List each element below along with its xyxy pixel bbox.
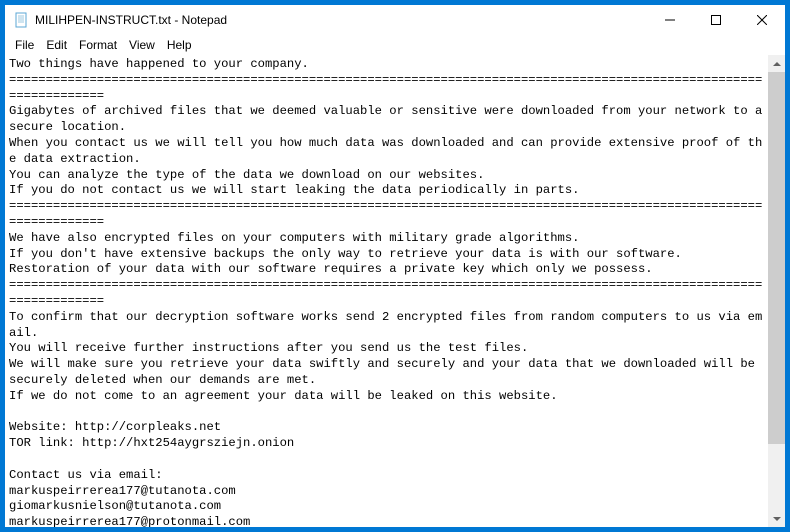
text-editor[interactable]: Two things have happened to your company… (5, 55, 768, 527)
menu-file[interactable]: File (9, 36, 40, 54)
close-button[interactable] (739, 5, 785, 35)
menu-help[interactable]: Help (161, 36, 198, 54)
notepad-icon (13, 12, 29, 28)
vertical-scrollbar[interactable] (768, 55, 785, 527)
maximize-button[interactable] (693, 5, 739, 35)
scroll-thumb[interactable] (768, 72, 785, 444)
menu-format[interactable]: Format (73, 36, 123, 54)
scroll-up-button[interactable] (768, 55, 785, 72)
scroll-down-button[interactable] (768, 510, 785, 527)
menu-edit[interactable]: Edit (40, 36, 73, 54)
window-title: MILIHPEN-INSTRUCT.txt - Notepad (35, 13, 647, 27)
title-bar: MILIHPEN-INSTRUCT.txt - Notepad (5, 5, 785, 35)
minimize-button[interactable] (647, 5, 693, 35)
notepad-window: MILIHPEN-INSTRUCT.txt - Notepad File Edi… (4, 4, 786, 528)
content-wrapper: Two things have happened to your company… (5, 55, 785, 527)
menu-bar: File Edit Format View Help (5, 35, 785, 55)
window-controls (647, 5, 785, 35)
menu-view[interactable]: View (123, 36, 161, 54)
scroll-track[interactable] (768, 72, 785, 510)
